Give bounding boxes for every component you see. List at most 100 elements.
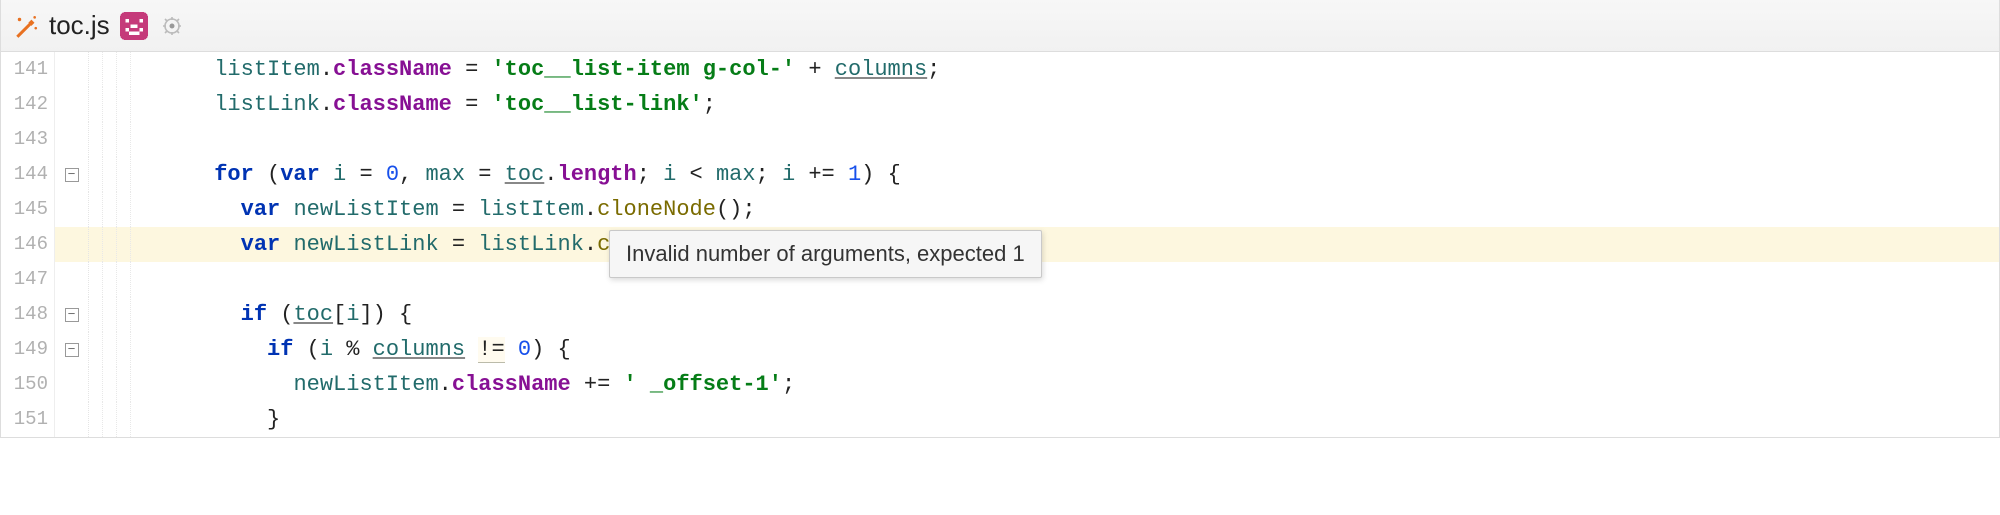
- code-text[interactable]: newListItem.className += ' _offset-1';: [131, 367, 795, 402]
- indent-guide: [103, 402, 117, 437]
- indent-guide: [117, 157, 131, 192]
- token: newListItem: [293, 372, 438, 397]
- code-text[interactable]: if (i % columns != 0) {: [131, 332, 571, 367]
- token: newListItem: [293, 197, 438, 222]
- code-line[interactable]: 143: [1, 122, 1999, 157]
- token: [280, 232, 293, 257]
- indent-guide: [89, 367, 103, 402]
- indent-guide: [89, 192, 103, 227]
- line-number: 141: [1, 52, 55, 87]
- indent-guide: [103, 227, 117, 262]
- code-text[interactable]: [131, 122, 135, 157]
- code-line[interactable]: 150 newListItem.className += ' _offset-1…: [1, 367, 1999, 402]
- indent-guide: [117, 297, 131, 332]
- token: newListLink: [293, 232, 438, 257]
- token: toc: [505, 162, 545, 187]
- line-number: 149: [1, 332, 55, 367]
- pixel-badge-icon: [120, 12, 148, 40]
- code-text[interactable]: [131, 262, 135, 297]
- token: =: [439, 197, 479, 222]
- indent-guide: [103, 157, 117, 192]
- code-text[interactable]: listItem.className = 'toc__list-item g-c…: [131, 52, 940, 87]
- code-editor: toc.js 141 listItem.className = 'toc__li…: [0, 0, 2000, 438]
- token: i: [333, 162, 346, 187]
- code-line[interactable]: 145 var newListItem = listItem.cloneNode…: [1, 192, 1999, 227]
- fold-gutter[interactable]: −: [55, 332, 89, 367]
- code-line[interactable]: 148− if (toc[i]) {: [1, 297, 1999, 332]
- line-number: 148: [1, 297, 55, 332]
- token: [280, 197, 293, 222]
- token: columns: [835, 57, 927, 82]
- token: !=: [478, 337, 504, 363]
- token: max: [716, 162, 756, 187]
- token: ) {: [861, 162, 901, 187]
- token: ]) {: [359, 302, 412, 327]
- token: ;: [703, 92, 716, 117]
- indent-guide: [117, 52, 131, 87]
- fold-gutter: [55, 262, 89, 297]
- token: %: [333, 337, 373, 362]
- fold-toggle-icon[interactable]: −: [65, 343, 79, 357]
- fold-gutter[interactable]: −: [55, 297, 89, 332]
- code-text[interactable]: for (var i = 0, max = toc.length; i < ma…: [131, 157, 901, 192]
- token: if: [267, 337, 293, 362]
- token: (: [254, 162, 280, 187]
- tab-filename[interactable]: toc.js: [49, 10, 110, 41]
- token: i: [663, 162, 676, 187]
- indent-guide: [117, 402, 131, 437]
- line-number: 151: [1, 402, 55, 437]
- token: .: [439, 372, 452, 397]
- token: var: [241, 197, 281, 222]
- token: ;: [927, 57, 940, 82]
- indent-guide: [103, 332, 117, 367]
- indent-guide: [89, 157, 103, 192]
- token: columns: [373, 337, 465, 362]
- code-line[interactable]: 144− for (var i = 0, max = toc.length; i…: [1, 157, 1999, 192]
- line-number: 144: [1, 157, 55, 192]
- indent-guide: [89, 402, 103, 437]
- code-line[interactable]: 142 listLink.className = 'toc__list-link…: [1, 87, 1999, 122]
- token: (: [267, 302, 293, 327]
- token: var: [280, 162, 320, 187]
- code-text[interactable]: }: [131, 402, 280, 437]
- token: .: [584, 197, 597, 222]
- fold-gutter[interactable]: −: [55, 157, 89, 192]
- token: ) {: [531, 337, 571, 362]
- token: 0: [386, 162, 399, 187]
- code-line[interactable]: 141 listItem.className = 'toc__list-item…: [1, 52, 1999, 87]
- token: ;: [756, 162, 782, 187]
- code-area[interactable]: 141 listItem.className = 'toc__list-item…: [1, 52, 1999, 437]
- indent-guide: [103, 192, 117, 227]
- indent-guide: [89, 297, 103, 332]
- token: var: [241, 232, 281, 257]
- token: listItem: [478, 197, 584, 222]
- code-line[interactable]: 149− if (i % columns != 0) {: [1, 332, 1999, 367]
- tooltip-text: Invalid number of arguments, expected 1: [626, 241, 1025, 266]
- bug-gear-icon: [158, 12, 186, 40]
- code-text[interactable]: listLink.className = 'toc__list-link';: [131, 87, 716, 122]
- fold-toggle-icon[interactable]: −: [65, 168, 79, 182]
- token: <: [676, 162, 716, 187]
- token: cloneNode: [597, 197, 716, 222]
- code-text[interactable]: if (toc[i]) {: [131, 297, 412, 332]
- token: toc: [293, 302, 333, 327]
- indent-guide: [89, 227, 103, 262]
- fold-toggle-icon[interactable]: −: [65, 308, 79, 322]
- indent-guide: [117, 367, 131, 402]
- indent-guide: [89, 262, 103, 297]
- editor-tabbar: toc.js: [1, 0, 1999, 52]
- line-number: 142: [1, 87, 55, 122]
- fold-gutter: [55, 192, 89, 227]
- line-number: 147: [1, 262, 55, 297]
- token: for: [214, 162, 254, 187]
- indent-guide: [89, 87, 103, 122]
- token: [320, 162, 333, 187]
- code-line[interactable]: 151 }: [1, 402, 1999, 437]
- token: 'toc__list-link': [491, 92, 702, 117]
- token: max: [425, 162, 465, 187]
- token: (: [293, 337, 319, 362]
- token: [465, 337, 478, 362]
- indent-guide: [117, 332, 131, 367]
- code-text[interactable]: var newListItem = listItem.cloneNode();: [131, 192, 756, 227]
- token: if: [241, 302, 267, 327]
